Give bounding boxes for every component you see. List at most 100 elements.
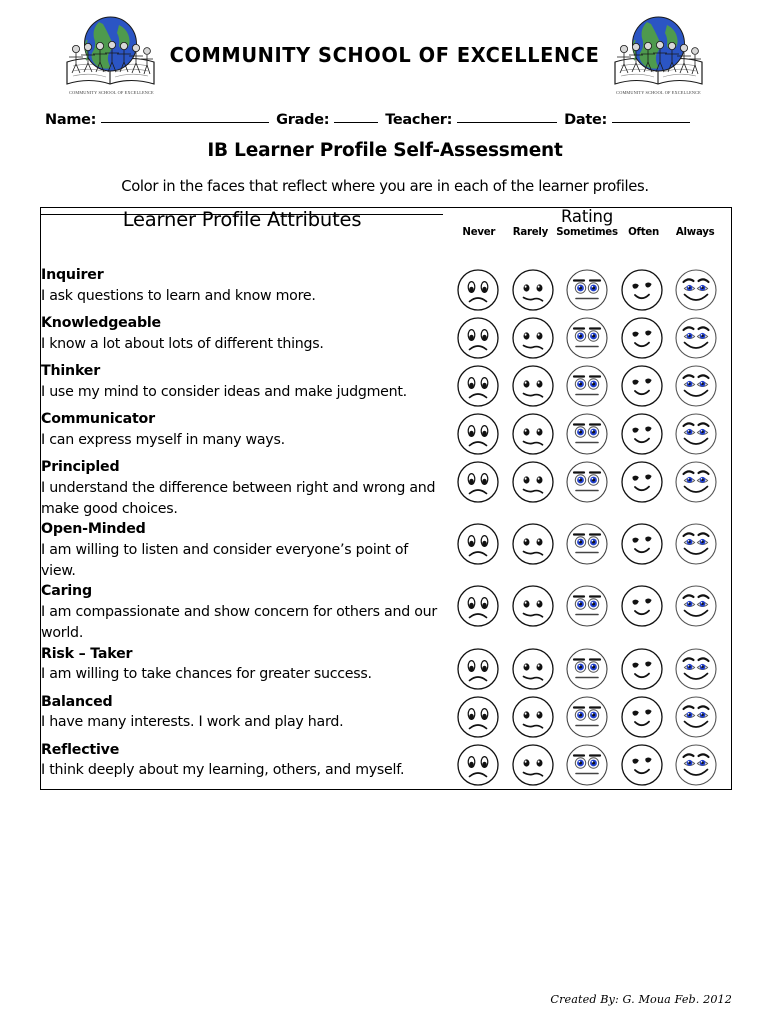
face-often[interactable] [618, 520, 666, 568]
attribute-title: Communicator [41, 411, 155, 427]
face-always[interactable] [672, 741, 720, 789]
attribute-title: Inquirer [41, 267, 104, 283]
face-never[interactable] [454, 410, 502, 458]
face-often[interactable] [618, 582, 666, 630]
face-sometimes[interactable] [563, 362, 611, 410]
table-row: Reflective I think deeply about my learni… [41, 741, 731, 789]
date-input[interactable] [612, 122, 691, 123]
face-sometimes[interactable] [563, 645, 611, 693]
face-rarely[interactable] [509, 266, 557, 314]
face-rarely[interactable] [509, 582, 557, 630]
face-often[interactable] [618, 410, 666, 458]
face-sometimes[interactable] [563, 458, 611, 506]
face-always[interactable] [672, 458, 720, 506]
face-always[interactable] [672, 693, 720, 741]
table-header-row: Learner Profile Attributes Rating Never … [41, 207, 731, 266]
rating-column-header: Rating Never Rarely Sometimes Often Alwa… [443, 207, 731, 266]
creator-credit: Created By: G. Moua Feb. 2012 [550, 993, 732, 1006]
teacher-label: Teacher: [385, 112, 453, 128]
grade-input[interactable] [334, 122, 379, 123]
face-often[interactable] [618, 314, 666, 362]
worksheet-page: COMMUNITY SCHOOL OF EXCELLENCE COMMUNITY… [0, 0, 770, 1024]
face-rarely[interactable] [509, 362, 557, 410]
face-always[interactable] [672, 314, 720, 362]
face-rarely[interactable] [509, 741, 557, 789]
table-row: Risk – Taker I am willing to take chances… [41, 645, 731, 693]
face-never[interactable] [454, 520, 502, 568]
attribute-cell: Inquirer I ask questions to learn and kno… [41, 266, 443, 314]
face-often[interactable] [618, 458, 666, 506]
face-sometimes[interactable] [563, 314, 611, 362]
face-often[interactable] [618, 362, 666, 410]
face-rarely[interactable] [509, 645, 557, 693]
face-rarely[interactable] [509, 458, 557, 506]
attribute-title: Risk – Taker [41, 645, 133, 662]
face-rarely[interactable] [509, 520, 557, 568]
face-sometimes[interactable] [563, 741, 611, 789]
rating-cell [443, 314, 731, 362]
attribute-cell: Knowledgeable I know a lot about lots of … [41, 314, 443, 362]
face-sometimes[interactable] [563, 582, 611, 630]
attribute-cell: Thinker I use my mind to consider ideas a… [41, 362, 443, 410]
rating-cell [443, 645, 731, 693]
face-often[interactable] [618, 645, 666, 693]
attribute-title: Caring [41, 583, 92, 600]
table-row: Balanced I have many interests. I work an… [41, 693, 731, 741]
attribute-description: I think deeply about my learning, others… [41, 762, 405, 779]
face-never[interactable] [454, 362, 502, 410]
attribute-title: Open-Minded [41, 521, 146, 538]
face-rarely[interactable] [509, 314, 557, 362]
rating-scale-labels: Never Rarely Sometimes Often Always [443, 226, 731, 238]
name-label: Name: [45, 112, 97, 128]
table-row: Open-Minded I am willing to listen and co… [41, 520, 731, 582]
face-always[interactable] [672, 582, 720, 630]
rating-cell [443, 362, 731, 410]
face-always[interactable] [672, 266, 720, 314]
face-always[interactable] [672, 362, 720, 410]
instruction-text: Color in the faces that reflect where yo… [121, 178, 649, 195]
rating-face-group [443, 266, 731, 314]
rating-cell [443, 741, 731, 789]
face-never[interactable] [454, 741, 502, 789]
scale-label-never: Never [462, 227, 496, 239]
attribute-description: I am willing to listen and consider ever… [41, 541, 409, 580]
face-sometimes[interactable] [563, 693, 611, 741]
face-never[interactable] [454, 582, 502, 630]
face-never[interactable] [454, 314, 502, 362]
face-sometimes[interactable] [563, 266, 611, 314]
teacher-input[interactable] [457, 122, 558, 123]
table-row: Thinker I use my mind to consider ideas a… [41, 362, 731, 410]
page-title: IB Learner Profile Self-Assessment [207, 140, 563, 161]
name-input[interactable] [101, 122, 270, 123]
face-never[interactable] [454, 458, 502, 506]
assessment-table: Learner Profile Attributes Rating Never … [40, 207, 732, 790]
attribute-description: I am compassionate and show concern for … [41, 603, 437, 642]
face-always[interactable] [672, 410, 720, 458]
attribute-cell: Reflective I think deeply about my learni… [41, 741, 443, 789]
face-often[interactable] [618, 693, 666, 741]
attribute-cell: Risk – Taker I am willing to take chances… [41, 645, 443, 693]
grade-label: Grade: [276, 112, 330, 128]
rating-face-group [443, 693, 731, 741]
face-never[interactable] [454, 693, 502, 741]
face-often[interactable] [618, 741, 666, 789]
rating-face-group [443, 741, 731, 789]
face-never[interactable] [454, 645, 502, 693]
table-row: Knowledgeable I know a lot about lots of … [41, 314, 731, 362]
attribute-title: Principled [41, 459, 120, 475]
face-sometimes[interactable] [563, 520, 611, 568]
scale-label-always: Always [675, 227, 715, 239]
face-sometimes[interactable] [563, 410, 611, 458]
rating-cell [443, 266, 731, 314]
school-name: COMMUNITY SCHOOL OF EXCELLENCE [170, 43, 600, 67]
face-never[interactable] [454, 266, 502, 314]
table-row: Principled I understand the difference be… [41, 458, 731, 520]
face-rarely[interactable] [509, 693, 557, 741]
face-always[interactable] [672, 645, 720, 693]
attribute-cell: Principled I understand the difference be… [41, 458, 443, 520]
face-often[interactable] [618, 266, 666, 314]
attribute-title: Knowledgeable [41, 315, 161, 331]
attribute-description: I understand the difference between righ… [41, 479, 436, 517]
face-rarely[interactable] [509, 410, 557, 458]
face-always[interactable] [672, 520, 720, 568]
